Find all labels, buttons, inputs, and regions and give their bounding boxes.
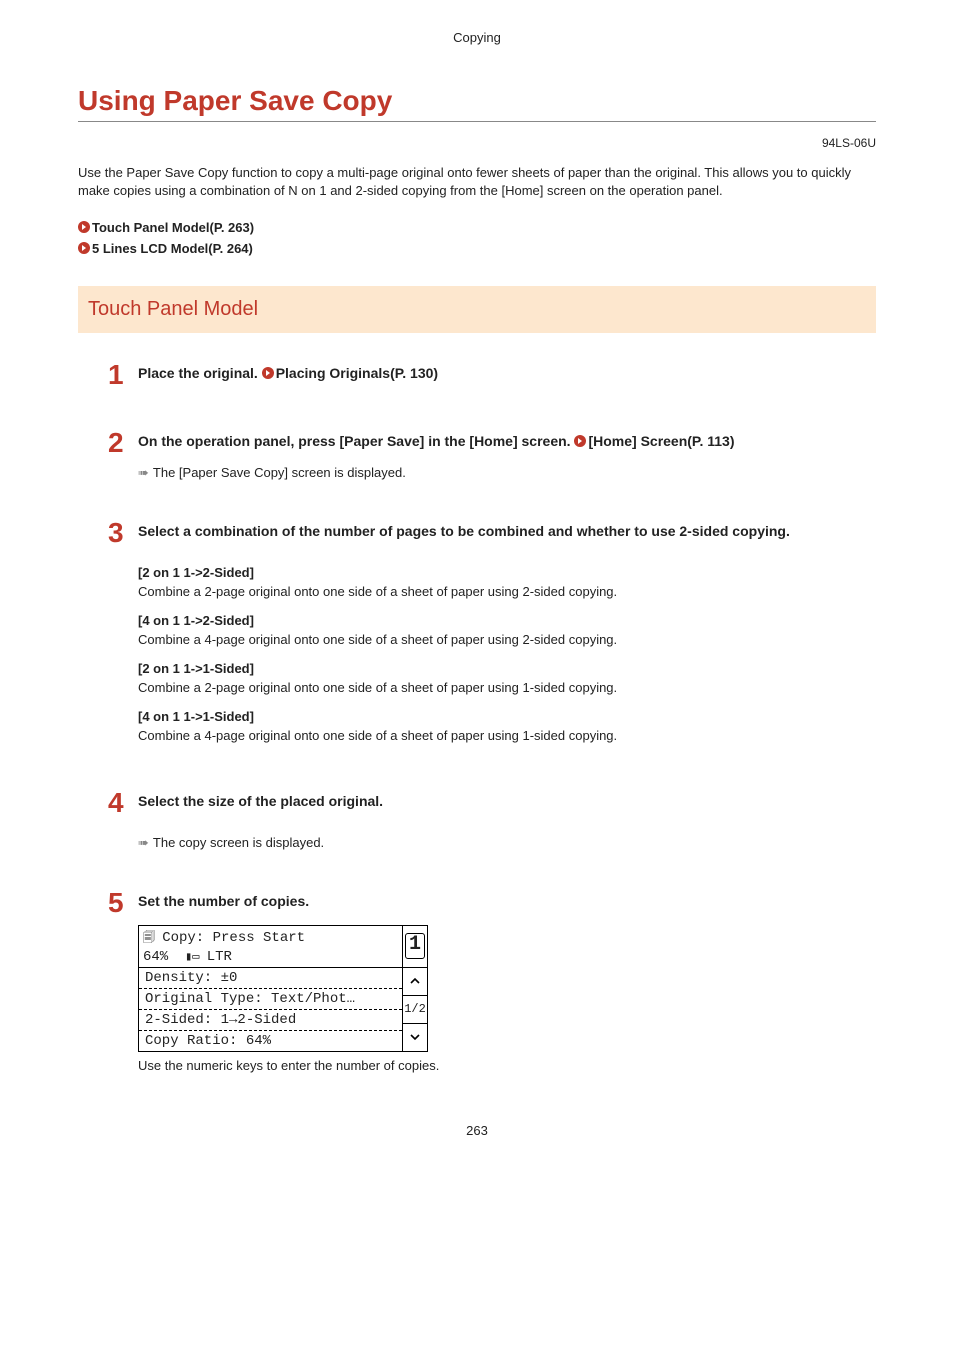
lcd-page-indicator: 1/2: [403, 996, 427, 1024]
lcd-status-line: 64% ▮▭ LTR: [143, 949, 398, 965]
play-icon: [574, 435, 586, 447]
step-5-heading: Set the number of copies.: [138, 889, 876, 912]
intro-paragraph: Use the Paper Save Copy function to copy…: [78, 164, 876, 200]
option-4on1-2sided: [4 on 1 1->2-Sided] Combine a 4-page ori…: [138, 613, 876, 647]
step-number: 3: [108, 519, 138, 547]
chevron-up-icon: [403, 968, 427, 996]
jump-link-lcd[interactable]: 5 Lines LCD Model(P. 264): [78, 239, 876, 260]
arrow-icon: ➠: [138, 465, 149, 480]
document-id: 94LS-06U: [78, 136, 876, 150]
lcd-item-2sided: 2-Sided: 1→2-Sided: [139, 1010, 402, 1031]
lcd-item-density: Density: ±0: [139, 968, 402, 989]
section-heading: Touch Panel Model: [78, 286, 876, 333]
step-2: 2 On the operation panel, press [Paper S…: [108, 429, 876, 457]
paper-icon: ▮▭: [185, 950, 207, 964]
step-5: 5 Set the number of copies.: [108, 889, 876, 917]
step-3-heading: Select a combination of the number of pa…: [138, 519, 876, 542]
step-2-text: On the operation panel, press [Paper Sav…: [138, 433, 574, 449]
lcd-item-copy-ratio: Copy Ratio: 64%: [139, 1031, 402, 1051]
step-5-caption: Use the numeric keys to enter the number…: [138, 1058, 876, 1073]
page-number: 263: [78, 1123, 876, 1138]
lcd-screenshot: 🗐 Copy: Press Start 64% ▮▭ LTR 1 Density…: [138, 925, 428, 1052]
step-4-heading: Select the size of the placed original.: [138, 789, 876, 812]
play-icon: [262, 367, 274, 379]
play-icon: [78, 242, 90, 254]
play-icon: [78, 221, 90, 233]
chevron-down-icon: [403, 1024, 427, 1051]
step-1: 1 Place the original. Placing Originals(…: [108, 361, 876, 389]
step-4-result: ➠The copy screen is displayed.: [138, 835, 876, 851]
lcd-item-original-type: Original Type: Text/Phot…: [139, 989, 402, 1010]
page-title: Using Paper Save Copy: [78, 85, 876, 122]
step-1-text: Place the original.: [138, 365, 262, 381]
step-2-link[interactable]: [Home] Screen(P. 113): [588, 433, 734, 449]
step-number: 1: [108, 361, 138, 389]
step-2-result: ➠The [Paper Save Copy] screen is display…: [138, 465, 876, 481]
step-number: 4: [108, 789, 138, 817]
option-4on1-1sided: [4 on 1 1->1-Sided] Combine a 4-page ori…: [138, 709, 876, 743]
option-2on1-2sided: [2 on 1 1->2-Sided] Combine a 2-page ori…: [138, 565, 876, 599]
lcd-copies: 1: [402, 926, 427, 967]
step-number: 2: [108, 429, 138, 457]
copy-icon: 🗐: [143, 931, 162, 945]
step-number: 5: [108, 889, 138, 917]
arrow-icon: ➠: [138, 835, 149, 850]
option-2on1-1sided: [2 on 1 1->1-Sided] Combine a 2-page ori…: [138, 661, 876, 695]
jump-link-touch-panel[interactable]: Touch Panel Model(P. 263): [78, 218, 876, 239]
step-1-link[interactable]: Placing Originals(P. 130): [276, 365, 438, 381]
step-4: 4 Select the size of the placed original…: [108, 789, 876, 817]
jump-link-list: Touch Panel Model(P. 263) 5 Lines LCD Mo…: [78, 218, 876, 260]
step-3: 3 Select a combination of the number of …: [108, 519, 876, 547]
lcd-title-line: 🗐 Copy: Press Start: [143, 928, 398, 949]
chapter-header: Copying: [78, 30, 876, 45]
